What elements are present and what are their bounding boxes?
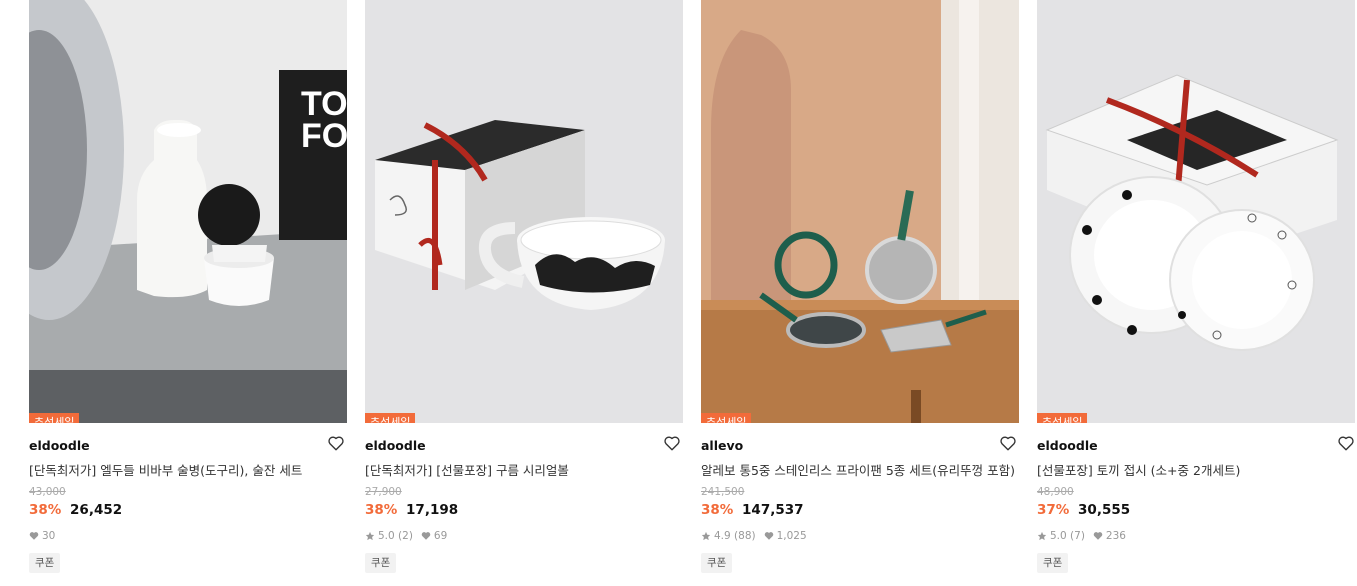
discount-rate: 38% <box>701 502 734 518</box>
wishlist-heart-icon[interactable] <box>327 434 347 454</box>
like-count: 30 <box>42 530 56 542</box>
heart-icon <box>764 532 773 540</box>
sale-price: 26,452 <box>70 502 123 518</box>
likes: 30 <box>29 530 55 542</box>
rabbit-plate-set-image <box>1037 0 1355 423</box>
cereal-bowl-gift-box-image <box>365 0 683 423</box>
product-card[interactable]: 추석세일 eldoodle [단독최저가] [선물포장] 구름 시리얼볼 27,… <box>365 0 683 586</box>
price-line: 37% 30,555 <box>1037 502 1130 518</box>
star-icon <box>365 531 375 541</box>
product-meta: 5.0 (7) 236 <box>1037 530 1134 542</box>
rating-value: 4.9 (88) <box>714 530 756 542</box>
sale-badge: 추석세일 <box>29 413 80 423</box>
coupon-tag[interactable]: 쿠폰 <box>1037 553 1069 573</box>
brand-name[interactable]: eldoodle <box>365 438 426 453</box>
product-meta: 5.0 (2) 69 <box>365 530 455 542</box>
discount-rate: 38% <box>29 502 62 518</box>
heart-icon <box>29 532 39 540</box>
original-price: 27,900 <box>365 486 402 498</box>
star-icon <box>701 531 711 541</box>
rating: 5.0 (7) <box>1037 530 1085 542</box>
likes: 1,025 <box>764 530 807 542</box>
discount-rate: 37% <box>1037 502 1070 518</box>
likes: 69 <box>421 530 447 542</box>
sale-price: 147,537 <box>742 502 804 518</box>
sake-bottle-set-image: TO FO <box>29 0 347 423</box>
frying-pan-set-image <box>701 0 1019 423</box>
product-image[interactable]: TO FO 추석세일 <box>29 0 347 423</box>
original-price: 48,900 <box>1037 486 1074 498</box>
price-line: 38% 17,198 <box>365 502 458 518</box>
brand-name[interactable]: eldoodle <box>1037 438 1098 453</box>
rating: 5.0 (2) <box>365 530 413 542</box>
coupon-tag[interactable]: 쿠폰 <box>29 553 61 573</box>
price-line: 38% 147,537 <box>701 502 804 518</box>
coupon-tag[interactable]: 쿠폰 <box>365 553 397 573</box>
star-icon <box>1037 531 1047 541</box>
heart-icon <box>421 532 431 540</box>
like-count: 236 <box>1105 530 1126 542</box>
like-count: 69 <box>433 530 448 542</box>
product-image[interactable]: 추석세일 <box>365 0 683 423</box>
product-card[interactable]: 추석세일 eldoodle [선물포장] 토끼 접시 (소+중 2개세트) 48… <box>1037 0 1355 586</box>
product-image[interactable]: 추석세일 <box>701 0 1019 423</box>
product-title[interactable]: [선물포장] 토끼 접시 (소+중 2개세트) <box>1037 460 1357 479</box>
price-line: 38% 26,452 <box>29 502 122 518</box>
product-image[interactable]: 추석세일 <box>1037 0 1355 423</box>
svg-text:FO: FO <box>301 117 347 155</box>
product-title[interactable]: [단독최저가] 엘두들 비바부 술병(도구리), 술잔 세트 <box>29 460 359 479</box>
product-meta: 4.9 (88) 1,025 <box>701 530 815 542</box>
sale-badge: 추석세일 <box>1037 413 1088 423</box>
wishlist-heart-icon[interactable] <box>1337 434 1357 454</box>
brand-name[interactable]: eldoodle <box>29 438 90 453</box>
product-card[interactable]: 추석세일 allevo 알레보 통5중 스테인리스 프라이팬 5종 세트(유리뚜… <box>701 0 1019 586</box>
rating: 4.9 (88) <box>701 530 756 542</box>
sale-badge: 추석세일 <box>365 413 416 423</box>
product-card[interactable]: TO FO 추석세일 eldoodle [단독최저가] 엘두들 비바부 술병(도… <box>29 0 347 586</box>
discount-rate: 38% <box>365 502 398 518</box>
heart-icon <box>1093 532 1103 540</box>
original-price: 43,000 <box>29 486 66 498</box>
product-grid: TO FO 추석세일 eldoodle [단독최저가] 엘두들 비바부 술병(도… <box>0 0 1357 586</box>
original-price: 241,500 <box>701 486 745 498</box>
brand-name[interactable]: allevo <box>701 438 743 453</box>
sale-price: 17,198 <box>406 502 459 518</box>
likes: 236 <box>1093 530 1126 542</box>
rating-value: 5.0 (2) <box>378 530 413 542</box>
product-title[interactable]: 알레보 통5중 스테인리스 프라이팬 5종 세트(유리뚜껑 포함) <box>701 460 1031 479</box>
product-title[interactable]: [단독최저가] [선물포장] 구름 시리얼볼 <box>365 460 695 479</box>
wishlist-heart-icon[interactable] <box>999 434 1019 454</box>
product-meta: 30 <box>29 530 63 542</box>
sale-badge: 추석세일 <box>701 413 752 423</box>
sale-price: 30,555 <box>1078 502 1131 518</box>
wishlist-heart-icon[interactable] <box>663 434 683 454</box>
like-count: 1,025 <box>776 530 807 542</box>
rating-value: 5.0 (7) <box>1050 530 1085 542</box>
coupon-tag[interactable]: 쿠폰 <box>701 553 733 573</box>
